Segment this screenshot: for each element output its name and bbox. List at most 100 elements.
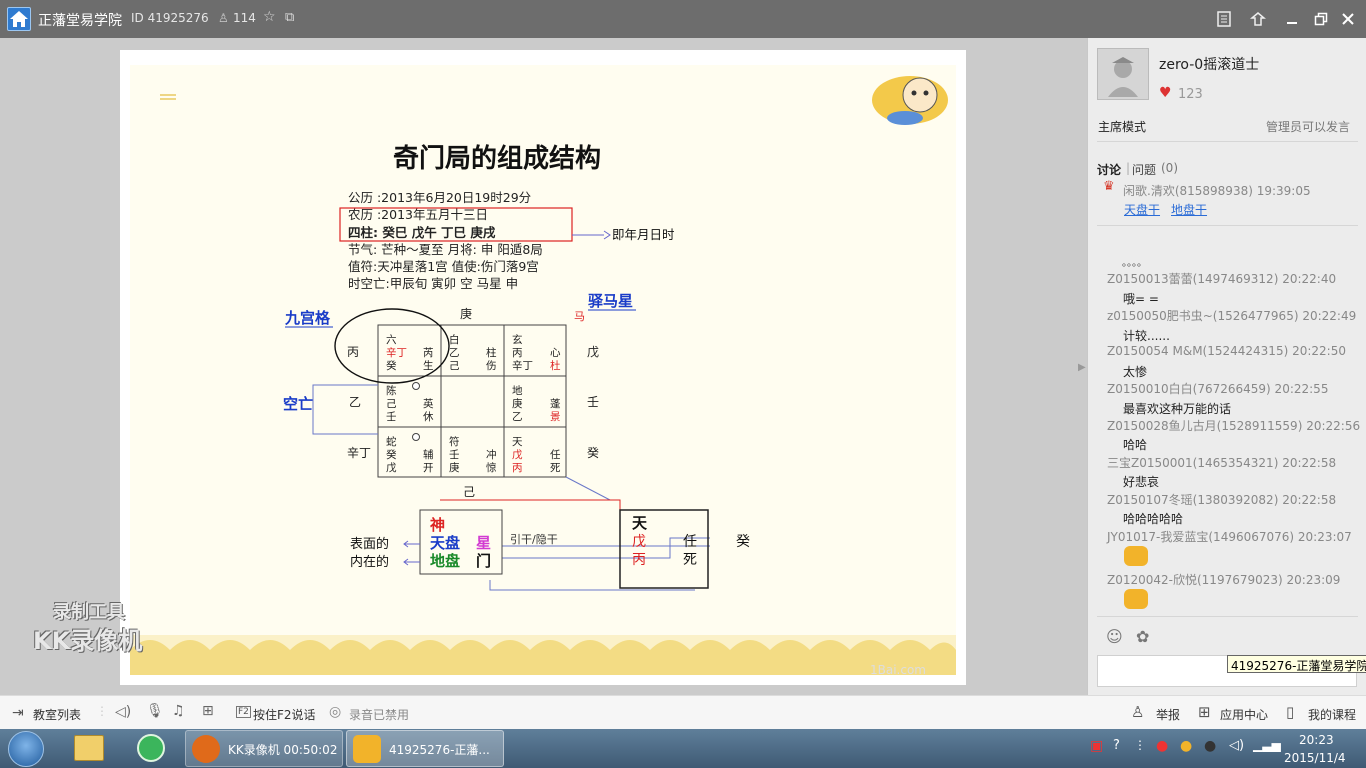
taskbar-room-window[interactable]: 41925276-正藩... [346,730,504,767]
cell-01-tian: 乙 [449,347,460,359]
member-count: 114 [233,11,256,25]
chat-user: z0150050肥书虫~(1526477965) 20:22:49 [1107,309,1357,323]
app-center-button[interactable]: 应用中心 [1220,706,1268,723]
legend-tianpan: 天盘 [430,534,460,552]
restore-icon[interactable] [1311,9,1331,29]
cell-12-door: 景 [550,411,561,423]
cell-02-tian: 丙 [512,347,523,359]
legend-xing: 星 [476,534,491,552]
question-count: (0) [1161,161,1178,175]
outer-right-mid: 壬 [587,395,599,409]
cell-20-star: 辅 [423,448,434,461]
cell-12-tian: 庚 [512,397,523,410]
volume-icon[interactable]: ◁) [1229,738,1244,753]
chat-user: Z0150054 M&M(1524424315) 20:22:50 [1107,344,1346,358]
tab-separator: | [1126,161,1131,175]
music-icon[interactable]: ♫ [172,703,185,719]
record-status: 录音已禁用 [349,708,410,722]
cell-20-di: 戊 [386,462,397,474]
push-to-talk-button[interactable]: 按住F2说话 [253,706,316,723]
emoji-icon[interactable]: ☺ [1106,627,1123,646]
chat-dots: 。。。。 [1122,258,1147,269]
tab-questions[interactable]: 问题 [1132,161,1156,178]
collapse-arrow-icon[interactable]: ▶ [1078,362,1086,373]
outer-bottom: 己 [463,485,475,499]
cell-12-god: 地 [512,384,523,397]
title-bar: 正藩堂易学院 ID 41925276 ♙ 114 ☆ ⧉ [0,0,1366,38]
minimize-icon[interactable] [1282,9,1302,29]
record-icon: ◎ [329,704,342,720]
chat-message: 太惨 [1123,365,1148,379]
window-title: 正藩堂易学院 [38,13,122,29]
pinned-link-2[interactable]: 地盘干 [1171,201,1207,218]
outer-left-bot: 辛丁 [347,446,371,460]
chat-user: Z0150010白白(767266459) 20:22:55 [1107,382,1329,396]
cell-01-god: 白 [449,333,460,346]
app-center-icon: ⊞ [1198,703,1211,721]
tray-qq-icon[interactable]: ● [1156,738,1168,754]
room-id: ID 41925276 [131,11,209,25]
refresh-app-icon[interactable] [137,734,165,762]
chat-user: Z0150028鱼儿古月(1528911559) 20:22:56 [1107,419,1361,433]
share-icon[interactable]: ⧉ [285,10,294,25]
clock-date[interactable]: 2015/11/4 [1284,751,1346,765]
host-avatar[interactable] [1097,48,1149,100]
chat-user: Z0150107冬瑶(1380392082) 20:22:58 [1107,493,1337,507]
classroom-list-button[interactable]: 教室列表 [33,706,81,723]
speaker-icon[interactable]: ◁) [115,704,131,720]
tab-discussion[interactable]: 讨论 [1097,161,1121,178]
microphone-icon[interactable]: 🎙 [146,703,164,719]
cell-20-god: 蛇 [386,435,397,448]
star-icon[interactable]: ☆ [263,9,276,25]
chat-message: 好悲哀 [1123,475,1160,489]
my-courses-button[interactable]: 我的课程 [1308,706,1356,723]
cell-02-door: 杜 [550,359,561,372]
example-si: 死 [683,552,697,568]
clock-time[interactable]: 20:23 [1299,733,1334,747]
outer-left-mid: 乙 [349,395,361,409]
help-icon[interactable]: ? [1113,738,1120,753]
room-app-icon [353,735,381,763]
f2-key-icon: F2 [236,706,251,718]
folder-icon[interactable] [74,735,104,761]
outer-top: 庚 [460,306,472,321]
home-icon[interactable] [7,7,31,31]
divider [1097,141,1358,142]
report-button[interactable]: 举报 [1156,706,1180,723]
chat-user: JY01017-我爱蓝宝(1496067076) 20:23:07 [1107,530,1352,544]
watermark-line2: KK录像机 [33,627,143,655]
info-sizhu: 四柱: 癸巳 戊午 丁巳 庚戌 [348,225,496,240]
network-icon[interactable]: ▁▃▅ [1253,738,1281,752]
tray-expand-icon[interactable]: ⋮ [1134,738,1146,752]
mixer-icon[interactable]: ⊞ [202,703,214,719]
legend-dipan: 地盘 [430,552,460,570]
heart-icon[interactable]: ♥ [1159,85,1172,101]
slide: 奇门局的组成结构 公历 :2013年6月20日19时29分 农历 :2013年五… [120,50,966,685]
chat-message: 哦= = [1123,292,1159,306]
cell-02-star: 心 [550,347,561,359]
close-icon[interactable] [1338,9,1358,29]
divider [1097,616,1358,617]
pinned-link-1[interactable]: 天盘干 [1124,201,1160,218]
tray-app-icon[interactable]: ▣ [1090,738,1103,754]
start-button-icon[interactable] [8,731,44,767]
toolbar-divider: ⋮ [96,704,108,718]
legend-shen: 神 [430,516,445,534]
book-icon: ▯ [1286,703,1295,721]
skin-icon[interactable] [1248,9,1268,29]
tray-room-icon[interactable]: ● [1180,738,1192,754]
taskbar-kk-recorder[interactable]: KK录像机 00:50:02 [185,730,343,767]
example-gui: 癸 [736,534,750,550]
cell-10-god: 陈 [386,384,397,397]
chat-message: 计较...... [1123,329,1170,343]
pin-icon: ♛ [1103,179,1115,194]
cell-10-door: 休 [423,411,434,423]
chat-user: Z0150013蕾蕾(1497469312) 20:22:40 [1107,272,1337,286]
flower-icon[interactable]: ✿ [1136,627,1149,646]
info-jieqi: 节气: 芒种～夏至 月将: 申 阳遁8局 [348,242,543,257]
notes-icon[interactable] [1214,9,1234,29]
emoji-sticker-icon [1124,589,1148,609]
tray-penguin-icon[interactable]: ● [1204,738,1216,754]
kk-recorder-label: KK录像机 00:50:02 [228,743,338,757]
cell-00-tian: 辛丁 [386,346,407,359]
